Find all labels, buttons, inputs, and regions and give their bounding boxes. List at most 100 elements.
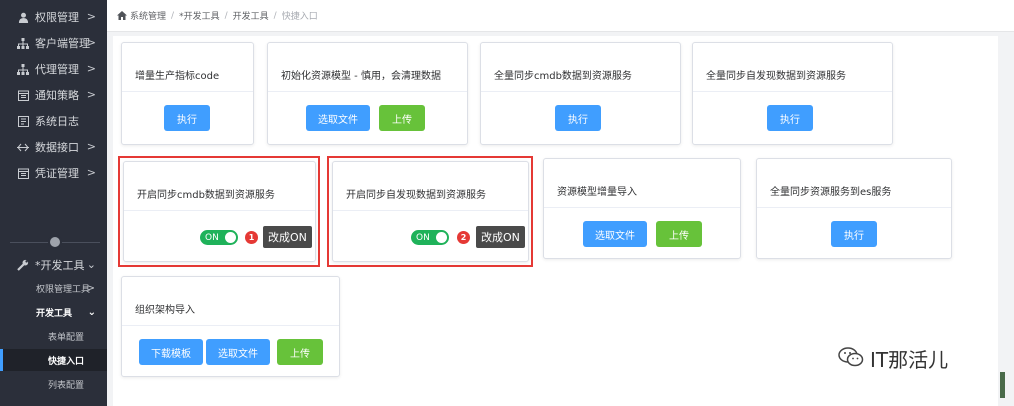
chevron-right-icon: > <box>86 62 96 75</box>
breadcrumb-home[interactable]: 系统管理 <box>130 9 166 22</box>
sidebar-item-label: 通知策略 <box>35 89 79 102</box>
toggle-knob <box>225 232 236 243</box>
toggle-label: ON <box>416 232 430 243</box>
select-file-button[interactable]: 选取文件 <box>206 339 270 365</box>
card-full-sync-cmdb: 全量同步cmdb数据到资源服务 执行 <box>480 42 681 145</box>
card-divider <box>544 207 740 208</box>
sidebar-item-label: *开发工具 <box>35 259 85 272</box>
breadcrumb-separator: / <box>171 10 175 21</box>
execute-button[interactable]: 执行 <box>164 105 210 131</box>
select-file-button[interactable]: 选取文件 <box>306 105 370 131</box>
annotation-tip: 改成ON <box>476 226 525 248</box>
sidebar-subitem-devtools[interactable]: 开发工具 ⌄ <box>0 301 107 323</box>
chevron-right-icon: > <box>86 36 96 49</box>
card-full-sync-discovery: 全量同步自发现数据到资源服务 执行 <box>692 42 893 145</box>
card-title: 资源模型增量导入 <box>557 187 637 198</box>
card-resource-model-import: 资源模型增量导入 选取文件 上传 <box>543 158 741 259</box>
chevron-down-icon: ⌄ <box>87 306 96 318</box>
card-title: 全量同步自发现数据到资源服务 <box>706 71 846 82</box>
card-init-resource-model: 初始化资源模型 - 慎用，会清理数据 选取文件 上传 <box>267 42 468 145</box>
upload-button[interactable]: 上传 <box>379 105 425 131</box>
annotation-tip: 改成ON <box>263 226 312 248</box>
sidebar-subitem-label: 快捷入口 <box>48 356 85 367</box>
sidebar-item-label: 客户端管理 <box>35 37 90 50</box>
card-divider <box>757 207 951 208</box>
card-enable-sync-cmdb: 开启同步cmdb数据到资源服务 ON 1 改成ON <box>123 161 316 262</box>
sidebar-item-label: 系统日志 <box>35 115 79 128</box>
step-badge: 1 <box>245 231 258 244</box>
sync-discovery-toggle[interactable]: ON <box>411 230 449 245</box>
upload-button[interactable]: 上传 <box>277 339 323 365</box>
card-divider <box>481 91 680 92</box>
sidebar-subitem-quick-entry[interactable]: 快捷入口 <box>0 349 107 371</box>
chevron-right-icon: > <box>86 282 95 294</box>
home-icon <box>117 11 127 20</box>
sitemap-icon <box>16 36 30 50</box>
breadcrumb-current: 快捷入口 <box>281 12 318 22</box>
sidebar-item-notify[interactable]: 通知策略 > <box>0 82 107 108</box>
breadcrumb-level3[interactable]: 开发工具 <box>233 9 269 22</box>
card-title: 增量生产指标code <box>135 71 220 82</box>
breadcrumb-separator: / <box>224 10 228 21</box>
sidebar-item-devtools[interactable]: *开发工具 ⌄ <box>0 252 107 278</box>
card-enable-sync-discovery: 开启同步自发现数据到资源服务 ON 2 改成ON <box>332 161 529 262</box>
toggle-label: ON <box>205 232 219 243</box>
sidebar-item-data-api[interactable]: 数据接口 > <box>0 134 107 160</box>
card-divider <box>124 210 315 211</box>
chevron-right-icon: > <box>86 88 96 101</box>
sidebar-subitem-form-config[interactable]: 表单配置 <box>0 325 107 347</box>
watermark: IT那活儿 <box>838 344 948 373</box>
toggle-knob <box>436 232 447 243</box>
sidebar-item-permission[interactable]: 权限管理 > <box>0 4 107 30</box>
card-title: 组织架构导入 <box>135 305 195 316</box>
sidebar: 权限管理 > 客户端管理 > 代理管理 > 通知策略 > 系统日志 数据接口 > <box>0 0 107 406</box>
download-template-button[interactable]: 下载模板 <box>139 339 203 365</box>
breadcrumb-level2[interactable]: *开发工具 <box>179 9 220 22</box>
card-divider <box>268 91 467 92</box>
sidebar-subitem-label: 列表配置 <box>48 380 85 391</box>
chevron-down-icon: ⌄ <box>86 258 96 271</box>
sidebar-item-label: 代理管理 <box>35 63 79 76</box>
card-org-import: 组织架构导入 下载模板 选取文件 上传 <box>121 276 340 377</box>
card-divider <box>693 91 892 92</box>
sidebar-item-syslog[interactable]: 系统日志 <box>0 108 107 134</box>
upload-button[interactable]: 上传 <box>656 221 702 247</box>
sidebar-subitem-label: 表单配置 <box>48 332 85 343</box>
sidebar-item-credential[interactable]: 凭证管理 > <box>0 160 107 186</box>
card-divider <box>333 210 528 211</box>
chevron-right-icon: > <box>86 10 96 23</box>
scrollbar-thumb[interactable] <box>1000 372 1005 398</box>
select-file-button[interactable]: 选取文件 <box>583 221 647 247</box>
sidebar-item-proxy[interactable]: 代理管理 > <box>0 56 107 82</box>
card-title: 开启同步cmdb数据到资源服务 <box>137 190 275 201</box>
execute-button[interactable]: 执行 <box>831 221 877 247</box>
execute-button[interactable]: 执行 <box>555 105 601 131</box>
wechat-icon <box>838 346 864 371</box>
calendar-icon <box>16 166 30 180</box>
chevron-right-icon: > <box>86 140 96 153</box>
card-incremental-code: 增量生产指标code 执行 <box>121 42 254 145</box>
breadcrumb-separator: / <box>273 10 277 21</box>
watermark-text: IT那活儿 <box>870 348 949 372</box>
card-title: 全量同步资源服务到es服务 <box>770 187 892 198</box>
sidebar-collapse-handle[interactable] <box>48 235 62 249</box>
sidebar-subitem-list-config[interactable]: 列表配置 <box>0 373 107 395</box>
sync-cmdb-toggle[interactable]: ON <box>200 230 238 245</box>
sidebar-item-client[interactable]: 客户端管理 > <box>0 30 107 56</box>
sidebar-item-label: 数据接口 <box>35 141 79 154</box>
interface-icon <box>16 140 30 154</box>
user-icon <box>16 10 30 24</box>
sidebar-subitem-label: 开发工具 <box>36 308 73 319</box>
calendar-icon <box>16 88 30 102</box>
sidebar-subitem-label: 权限管理工具 <box>36 284 91 295</box>
sidebar-subitem-permission-tools[interactable]: 权限管理工具 > <box>0 277 107 299</box>
card-divider <box>122 325 339 326</box>
sidebar-item-label: 凭证管理 <box>35 167 79 180</box>
sitemap-icon <box>16 62 30 76</box>
breadcrumb: 系统管理 / *开发工具 / 开发工具 / 快捷入口 <box>107 0 1014 32</box>
chevron-right-icon: > <box>86 166 96 179</box>
card-full-sync-es: 全量同步资源服务到es服务 执行 <box>756 158 952 259</box>
wrench-icon <box>16 258 30 272</box>
card-title: 初始化资源模型 - 慎用，会清理数据 <box>281 71 441 82</box>
execute-button[interactable]: 执行 <box>767 105 813 131</box>
